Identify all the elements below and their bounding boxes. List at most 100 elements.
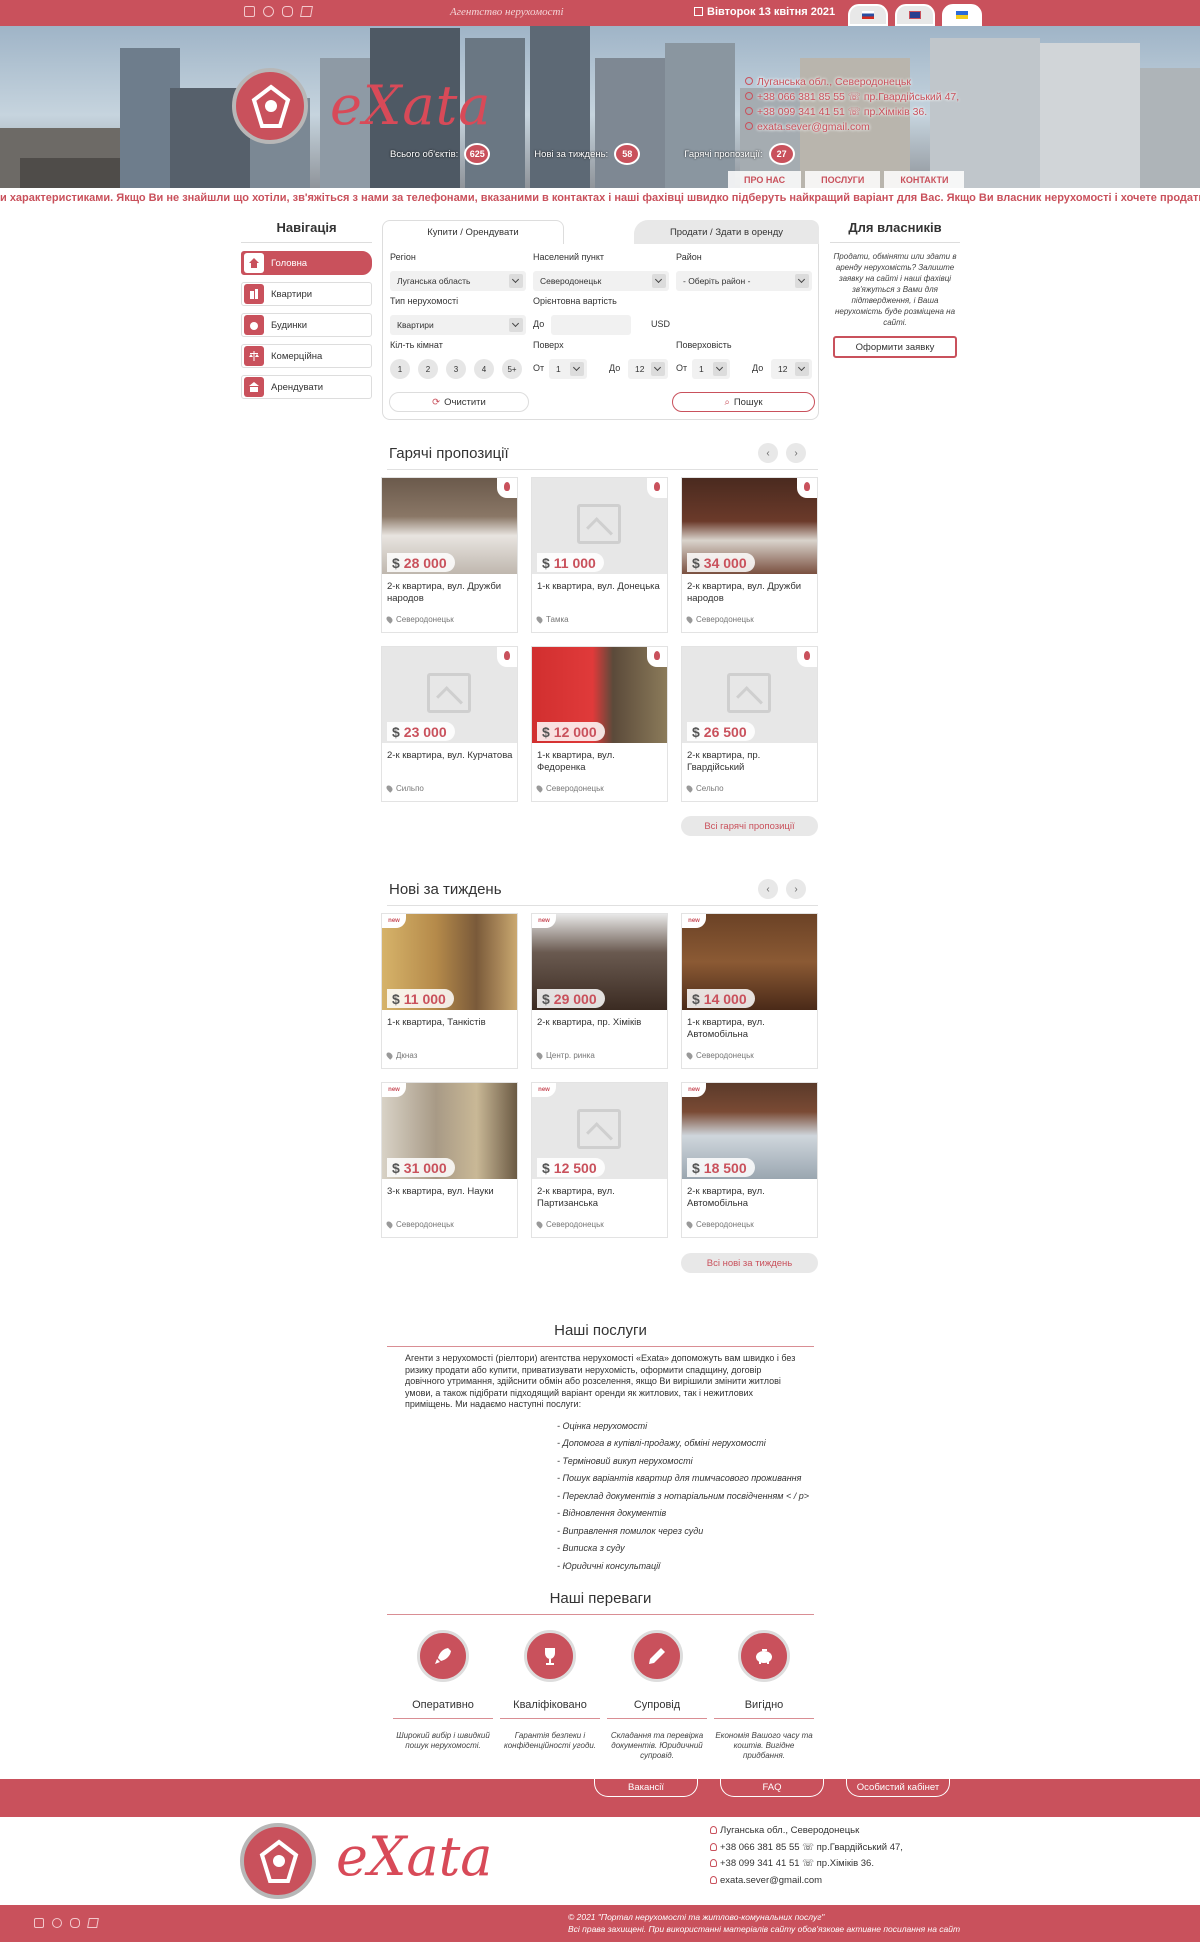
all-new-week-button[interactable]: Всі нові за тиждень [681, 1253, 818, 1273]
nav-item-apartments[interactable]: Квартири [241, 282, 372, 306]
lang-ru[interactable] [848, 4, 888, 26]
property-card[interactable]: $23 000 2-к квартира, вул. Курчатова Сильп… [381, 646, 518, 802]
property-price: $26 500 [687, 722, 755, 741]
property-title[interactable]: 1-к квартира, Танкістів [387, 1017, 513, 1029]
property-title[interactable]: 2-к квартира, вул. Дружби народов [387, 581, 513, 605]
property-title[interactable]: 1-к квартира, вул. Донецька [537, 581, 663, 593]
property-price: $23 000 [387, 722, 455, 741]
property-title[interactable]: 2-к квартира, вул. Автомобільна [687, 1186, 813, 1210]
advantages-title: Наші переваги [387, 1590, 814, 1615]
property-card[interactable]: $28 000 2-к квартира, вул. Дружби народов… [381, 477, 518, 633]
property-title[interactable]: 3-к квартира, вул. Науки [387, 1186, 513, 1198]
property-title[interactable]: 2-к квартира, вул. Партизанська [537, 1186, 663, 1210]
clear-button[interactable]: ⟳ Очистити [389, 392, 529, 412]
property-card[interactable]: new $29 000 2-к квартира, пр. Хіміків Центр… [531, 913, 668, 1069]
tab-buy-rent[interactable]: Купити / Орендувати [382, 220, 564, 244]
property-card[interactable]: $12 000 1-к квартира, вул. Федоренка Север… [531, 646, 668, 802]
district-select[interactable]: - Оберіть район - [676, 271, 812, 291]
property-card[interactable]: new $31 000 3-к квартира, вул. Науки Северо… [381, 1082, 518, 1238]
nav-item-houses[interactable]: Будинки [241, 313, 372, 337]
property-card[interactable]: $11 000 1-к квартира, вул. Донецька Тамка [531, 477, 668, 633]
all-hot-offers-button[interactable]: Всі гарячі пропозиції [681, 816, 818, 836]
floors-from-select[interactable]: 1 [692, 359, 730, 379]
search-button[interactable]: ⌕ Пошук [672, 392, 815, 412]
property-card[interactable]: new $11 000 1-к квартира, Танкістів Дкназ [381, 913, 518, 1069]
property-price: $11 000 [387, 989, 454, 1008]
floors-to-label: До [752, 363, 764, 373]
footer-logo-text[interactable]: eXata [336, 1825, 493, 1888]
nav-item-rent[interactable]: Арендувати [241, 375, 372, 399]
footer-bottom: © 2021 "Портал нерухомості та житлово-ко… [0, 1905, 1200, 1942]
pencil-icon [631, 1630, 683, 1682]
menu-about[interactable]: ПРО НАС [728, 171, 802, 188]
footer-link-faq[interactable]: FAQ [720, 1779, 824, 1797]
property-card[interactable]: new $12 500 2-к квартира, вул. Партизанськ… [531, 1082, 668, 1238]
floor-to-select[interactable]: 12 [628, 359, 668, 379]
rooms-option-4[interactable]: 4 [474, 359, 494, 379]
property-card[interactable]: $26 500 2-к квартира, пр. Гвардійський Сел… [681, 646, 818, 802]
instagram-icon[interactable] [70, 1918, 80, 1928]
fire-icon [647, 647, 667, 667]
property-title[interactable]: 2-к квартира, вул. Курчатова [387, 750, 513, 762]
rooms-option-5plus[interactable]: 5+ [502, 359, 522, 379]
telegram-icon[interactable] [87, 1918, 99, 1928]
contact-phone-1: +38 066 381 85 55 ☏ пр.Гвардійський 47, [745, 90, 959, 105]
nav-item-home[interactable]: Головна [241, 251, 372, 275]
telegram-icon[interactable] [300, 6, 313, 17]
tab-sell-let[interactable]: Продати / Здати в оренду [634, 220, 819, 244]
property-card[interactable]: new $18 500 2-к квартира, вул. Автомобільн… [681, 1082, 818, 1238]
rooms-option-1[interactable]: 1 [390, 359, 410, 379]
arrow-right-icon[interactable]: › [786, 879, 806, 899]
tagline: Агентство нерухомості [450, 6, 564, 18]
menu-contacts[interactable]: КОНТАКТИ [884, 171, 965, 188]
city-select[interactable]: Северодонецьк [533, 271, 669, 291]
lang-en[interactable] [895, 4, 935, 26]
facebook-icon[interactable] [244, 6, 255, 17]
arrow-left-icon[interactable]: ‹ [758, 443, 778, 463]
menu-services[interactable]: ПОСЛУГИ [805, 171, 881, 188]
fire-icon [797, 647, 817, 667]
footer-link-account[interactable]: Особистий кабінет [846, 1779, 950, 1797]
property-card[interactable]: $34 000 2-к квартира, вул. Дружби народов… [681, 477, 818, 633]
property-title[interactable]: 2-к квартира, пр. Хіміків [537, 1017, 663, 1029]
phone-icon [710, 1859, 717, 1867]
chevron-down-icon [795, 274, 809, 288]
scales-icon [244, 346, 264, 366]
property-price: $12 500 [537, 1158, 605, 1177]
contact-email[interactable]: exata.sever@gmail.com [745, 120, 959, 135]
arrow-left-icon[interactable]: ‹ [758, 879, 778, 899]
property-price: $11 000 [537, 553, 604, 572]
service-item: - Пошук варіантів квартир для тимчасовог… [557, 1473, 802, 1483]
lang-ua[interactable] [942, 4, 982, 26]
property-card[interactable]: new $14 000 1-к квартира, вул. Автомобільн… [681, 913, 818, 1069]
floor-label: Поверх [533, 340, 564, 350]
property-location: Северодонецьк [537, 1220, 604, 1229]
instagram-icon[interactable] [282, 6, 293, 17]
rooms-option-2[interactable]: 2 [418, 359, 438, 379]
arrow-right-icon[interactable]: › [786, 443, 806, 463]
owners-text: Продати, обміняти или здати в аренду нер… [833, 252, 957, 327]
price-input[interactable] [551, 315, 631, 335]
advantage-item: Вигідно Економія Вашого часу та коштів. … [714, 1630, 814, 1761]
facebook-icon[interactable] [34, 1918, 44, 1928]
floor-from-select[interactable]: 1 [549, 359, 587, 379]
top-menu: ПРО НАС ПОСЛУГИ КОНТАКТИ [724, 171, 965, 188]
property-title[interactable]: 2-к квартира, пр. Гвардійський [687, 750, 813, 774]
property-title[interactable]: 1-к квартира, вул. Федоренка [537, 750, 663, 774]
advantage-desc: Складання та перевірка документів. Юриди… [610, 1731, 704, 1760]
type-label: Тип нерухомості [390, 296, 459, 306]
nav-item-commercial[interactable]: Комерційна [241, 344, 372, 368]
region-select[interactable]: Луганська область [390, 271, 526, 291]
submit-request-button[interactable]: Оформити заявку [833, 336, 957, 358]
property-title[interactable]: 2-к квартира, вул. Дружби народов [687, 581, 813, 605]
type-select[interactable]: Квартири [390, 315, 526, 335]
whatsapp-icon[interactable] [52, 1918, 62, 1928]
rooms-option-3[interactable]: 3 [446, 359, 466, 379]
floors-to-select[interactable]: 12 [771, 359, 812, 379]
chevron-down-icon [795, 362, 809, 376]
footer-email[interactable]: exata.sever@gmail.com [710, 1873, 903, 1890]
property-title[interactable]: 1-к квартира, вул. Автомобільна [687, 1017, 813, 1041]
whatsapp-icon[interactable] [263, 6, 274, 17]
footer-logo-emblem[interactable] [240, 1823, 316, 1899]
footer-link-vacancies[interactable]: Вакансії [594, 1779, 698, 1797]
